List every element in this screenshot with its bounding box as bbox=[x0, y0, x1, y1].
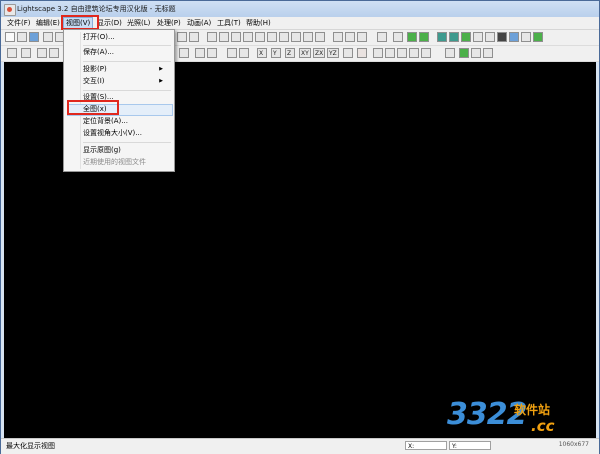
cut-icon[interactable] bbox=[43, 32, 53, 42]
watermark-site: 软件站 bbox=[514, 403, 551, 417]
process-icon[interactable] bbox=[533, 32, 543, 42]
person-icon[interactable] bbox=[385, 48, 395, 58]
transform-icon[interactable] bbox=[179, 48, 189, 58]
status-message: 最大化显示视图 bbox=[6, 442, 55, 450]
sphere-icon[interactable] bbox=[459, 48, 469, 58]
submenu-arrow-icon: ▶ bbox=[159, 78, 163, 84]
menu-display[interactable]: 显示(D) bbox=[95, 18, 124, 28]
menu-help[interactable]: 帮助(H) bbox=[244, 18, 273, 28]
pan-icon[interactable] bbox=[255, 32, 265, 42]
fly-icon[interactable] bbox=[303, 32, 313, 42]
select-region-icon[interactable] bbox=[37, 48, 47, 58]
dark-mode-icon[interactable] bbox=[497, 32, 507, 42]
open-folder-icon[interactable] bbox=[17, 32, 27, 42]
menu-item-position-background[interactable]: 定位背景(A)... bbox=[83, 116, 128, 127]
select-group-icon[interactable] bbox=[49, 48, 59, 58]
new-file-icon[interactable] bbox=[5, 32, 15, 42]
move-icon[interactable] bbox=[227, 48, 237, 58]
select-arrow-icon[interactable] bbox=[7, 48, 17, 58]
solid-green2-icon[interactable] bbox=[419, 32, 429, 42]
add-light-icon[interactable] bbox=[207, 48, 217, 58]
menu-lighting[interactable]: 光照(L) bbox=[125, 18, 152, 28]
app-window: Lightscape 3.2 自由建筑论坛专用汉化版 - 无标题 文件(F) 编… bbox=[0, 0, 600, 454]
stand-icon[interactable] bbox=[409, 48, 419, 58]
view-window-icon[interactable] bbox=[177, 32, 187, 42]
menu-separator bbox=[83, 90, 171, 91]
menu-item-interact[interactable]: 交互(I) ▶ bbox=[83, 76, 169, 87]
lit-icon[interactable] bbox=[461, 32, 471, 42]
axis-yz-button[interactable]: YZ bbox=[327, 48, 339, 58]
axis-zx-button[interactable]: ZX bbox=[313, 48, 325, 58]
orbit-icon[interactable] bbox=[279, 32, 289, 42]
layers-icon[interactable] bbox=[445, 48, 455, 58]
figure-icon[interactable] bbox=[397, 48, 407, 58]
axis-y-button[interactable]: Y bbox=[271, 48, 281, 58]
menu-item-show-original[interactable]: 显示原图(g) bbox=[83, 145, 121, 156]
texture-icon[interactable] bbox=[437, 32, 447, 42]
menu-item-recent-views: 近期使用的视图文件 bbox=[83, 158, 146, 166]
search-icon[interactable] bbox=[471, 48, 481, 58]
highlight-menu-view bbox=[61, 15, 99, 30]
walk-person-icon[interactable] bbox=[373, 48, 383, 58]
snap-icon[interactable] bbox=[357, 48, 367, 58]
globe-icon[interactable] bbox=[509, 32, 519, 42]
rotate-icon[interactable] bbox=[291, 32, 301, 42]
axis-xy-button[interactable]: XY bbox=[299, 48, 311, 58]
menu-edit[interactable]: 编辑(E) bbox=[34, 18, 62, 28]
menu-separator bbox=[83, 45, 171, 46]
eye-icon[interactable] bbox=[219, 32, 229, 42]
save-icon[interactable] bbox=[29, 32, 39, 42]
menu-separator bbox=[83, 142, 171, 143]
solid-green-icon[interactable] bbox=[407, 32, 417, 42]
view-copy-icon[interactable] bbox=[189, 32, 199, 42]
roll-icon[interactable] bbox=[315, 32, 325, 42]
wire-icon[interactable] bbox=[357, 32, 367, 42]
radiosity-icon[interactable] bbox=[473, 32, 483, 42]
layer-icon[interactable] bbox=[377, 32, 387, 42]
watermark-domain: .cc bbox=[531, 417, 555, 435]
light-icon[interactable] bbox=[521, 32, 531, 42]
menu-animation[interactable]: 动画(A) bbox=[185, 18, 213, 28]
shaded-icon[interactable] bbox=[449, 32, 459, 42]
submenu-arrow-icon: ▶ bbox=[159, 66, 163, 72]
site-watermark: 3322 软件站 .cc bbox=[447, 393, 597, 443]
add-point-icon[interactable] bbox=[195, 48, 205, 58]
status-x: X: bbox=[405, 441, 447, 450]
axis-z-button[interactable]: Z bbox=[285, 48, 295, 58]
axis-x-button[interactable]: X bbox=[257, 48, 267, 58]
render-icon[interactable] bbox=[393, 32, 403, 42]
menu-item-projection[interactable]: 投影(P) ▶ bbox=[83, 64, 169, 75]
zoom-out-icon[interactable] bbox=[243, 32, 253, 42]
tool-icon[interactable] bbox=[483, 48, 493, 58]
menu-file[interactable]: 文件(F) bbox=[5, 18, 33, 28]
select-object-icon[interactable] bbox=[21, 48, 31, 58]
menu-item-open[interactable]: 打开(O)... bbox=[83, 32, 115, 43]
menu-separator bbox=[83, 61, 171, 62]
mesh-icon[interactable] bbox=[485, 32, 495, 42]
fit-view-icon[interactable] bbox=[345, 32, 355, 42]
app-icon[interactable] bbox=[4, 4, 16, 16]
magnify-icon[interactable] bbox=[333, 32, 343, 42]
menu-tools[interactable]: 工具(T) bbox=[215, 18, 243, 28]
highlight-full-view bbox=[67, 100, 119, 115]
rotate-object-icon[interactable] bbox=[239, 48, 249, 58]
walk-icon[interactable] bbox=[267, 32, 277, 42]
menu-item-save[interactable]: 保存(A)... bbox=[83, 47, 114, 58]
menu-item-view-angle[interactable]: 设置视角大小(V)... bbox=[83, 128, 142, 139]
zoom-in-icon[interactable] bbox=[231, 32, 241, 42]
grid-icon[interactable] bbox=[343, 48, 353, 58]
window-title: Lightscape 3.2 自由建筑论坛专用汉化版 - 无标题 bbox=[17, 5, 176, 13]
menu-process[interactable]: 处理(P) bbox=[155, 18, 183, 28]
camera-icon[interactable] bbox=[207, 32, 217, 42]
arrow-up-icon[interactable] bbox=[421, 48, 431, 58]
